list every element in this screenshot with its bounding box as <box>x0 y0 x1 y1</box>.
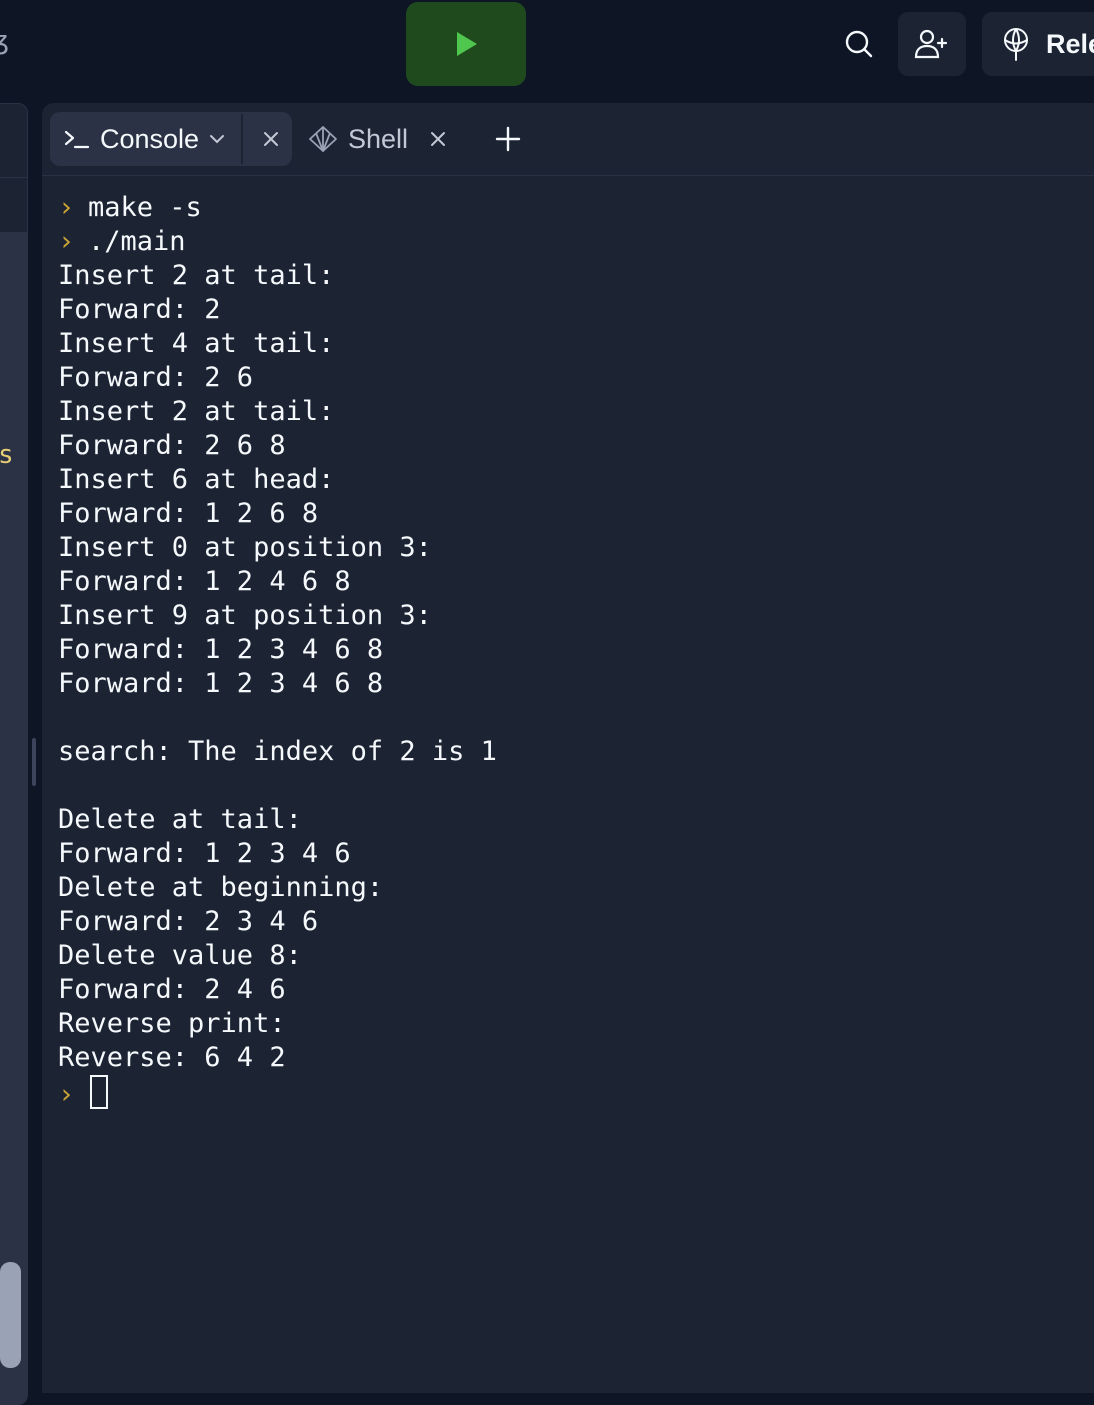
console-output-line: Forward: 1 2 3 4 6 <box>58 837 1094 871</box>
console-line-text: Forward: 2 6 8 <box>58 430 286 461</box>
shell-icon <box>309 126 337 152</box>
console-output-line: search: The index of 2 is 1 <box>58 735 1094 769</box>
play-icon <box>457 32 477 56</box>
console-line-text: Delete at tail: <box>58 804 302 835</box>
console-output[interactable]: › make -s › ./main Insert 2 at tail: Forward:… <box>58 191 1094 1110</box>
console-line-text: Forward: 2 <box>58 294 221 325</box>
console-output-line: Forward: 2 <box>58 293 1094 327</box>
console-line-text: Insert 4 at tail: <box>58 328 335 359</box>
console-line-text: Forward: 2 3 4 6 <box>58 906 319 937</box>
release-icon <box>1004 28 1028 61</box>
invite-user-button[interactable] <box>898 12 966 76</box>
console-line-text: Reverse print: <box>58 1008 286 1039</box>
console-line-text: Insert 6 at head: <box>58 464 335 495</box>
left-panel-partial-text: s <box>0 440 14 470</box>
left-panel-body <box>0 232 27 1404</box>
console-output-line: Reverse: 6 4 2 <box>58 1041 1094 1075</box>
add-tab-button[interactable] <box>492 123 524 155</box>
console-output-line: Delete value 8: <box>58 939 1094 973</box>
text-cursor <box>90 1075 108 1109</box>
tab-shell[interactable]: Shell <box>308 112 446 166</box>
left-panel-divider <box>0 177 27 178</box>
console-line-text: Forward: 1 2 3 4 6 8 <box>58 668 384 699</box>
console-output-line: Insert 0 at position 3: <box>58 531 1094 565</box>
console-line-text: Insert 9 at position 3: <box>58 600 432 631</box>
console-pane: Console Shell › make -s › ./main Insert … <box>42 103 1094 1393</box>
chevron-down-icon[interactable] <box>209 134 225 144</box>
tab-shell-label: Shell <box>348 123 409 154</box>
tab-console-label: Console <box>100 123 200 154</box>
top-left-partial-icon: ʒ <box>0 26 10 56</box>
prompt-chevron-icon: › <box>58 192 75 223</box>
console-output-line: Forward: 2 3 4 6 <box>58 905 1094 939</box>
pane-resize-handle[interactable] <box>32 738 36 786</box>
search-button[interactable] <box>830 14 888 74</box>
plus-icon <box>495 126 521 152</box>
left-side-panel <box>0 103 28 1405</box>
run-button[interactable] <box>406 2 526 86</box>
console-output-line: Insert 4 at tail: <box>58 327 1094 361</box>
close-icon <box>264 132 278 146</box>
console-output-line: Forward: 1 2 3 4 6 8 <box>58 633 1094 667</box>
console-output-line: Forward: 2 4 6 <box>58 973 1094 1007</box>
prompt-chevron-icon: › <box>58 1079 75 1110</box>
console-line-text: Forward: 2 6 <box>58 362 254 393</box>
close-console-tab-button[interactable] <box>257 125 285 153</box>
console-line-text: Forward: 1 2 3 4 6 8 <box>58 634 384 665</box>
console-command-line: › make -s <box>58 191 1094 225</box>
console-line-text: Insert 0 at position 3: <box>58 532 432 563</box>
left-panel-scrollbar[interactable] <box>0 1262 21 1368</box>
console-line-text: Forward: 1 2 6 8 <box>58 498 319 529</box>
tab-console[interactable]: Console <box>50 112 292 166</box>
console-output-line: Forward: 1 2 3 4 6 8 <box>58 667 1094 701</box>
add-user-icon <box>914 29 948 59</box>
console-output-line: Delete at beginning: <box>58 871 1094 905</box>
console-command-line: › ./main <box>58 225 1094 259</box>
top-bar: ʒ Rele <box>0 0 1094 100</box>
console-line-text: search: The index of 2 is 1 <box>58 736 497 767</box>
console-output-line: Reverse print: <box>58 1007 1094 1041</box>
console-output-line: Forward: 1 2 4 6 8 <box>58 565 1094 599</box>
console-line-text: Delete at beginning: <box>58 872 384 903</box>
close-shell-tab-button[interactable] <box>430 131 446 147</box>
console-line-text: ./main <box>88 226 186 257</box>
console-line-text: Forward: 1 2 3 4 6 <box>58 838 351 869</box>
console-line-text: Forward: 2 4 6 <box>58 974 286 1005</box>
console-output-line: Forward: 2 6 8 <box>58 429 1094 463</box>
console-output-line: Forward: 1 2 6 8 <box>58 497 1094 531</box>
tab-bar: Console Shell <box>42 103 1094 176</box>
console-input-line[interactable]: › <box>58 1075 1094 1110</box>
console-output-line: Insert 9 at position 3: <box>58 599 1094 633</box>
console-line-text: make -s <box>88 192 202 223</box>
close-icon <box>431 132 446 146</box>
console-line-text: Delete value 8: <box>58 940 302 971</box>
tab-separator <box>241 114 243 164</box>
console-line-text: Reverse: 6 4 2 <box>58 1042 286 1073</box>
release-button[interactable]: Rele <box>982 12 1094 76</box>
console-output-line: Forward: 2 6 <box>58 361 1094 395</box>
release-label: Rele <box>1046 28 1094 59</box>
console-line-text: Insert 2 at tail: <box>58 396 335 427</box>
console-output-line: Insert 2 at tail: <box>58 259 1094 293</box>
console-line-text: Insert 2 at tail: <box>58 260 335 291</box>
terminal-prompt-icon <box>64 130 90 149</box>
console-line-text: Forward: 1 2 4 6 8 <box>58 566 351 597</box>
search-icon <box>845 30 873 58</box>
prompt-chevron-icon: › <box>58 226 75 257</box>
console-output-line: Delete at tail: <box>58 803 1094 837</box>
console-output-line: Insert 6 at head: <box>58 463 1094 497</box>
console-output-line: Insert 2 at tail: <box>58 395 1094 429</box>
